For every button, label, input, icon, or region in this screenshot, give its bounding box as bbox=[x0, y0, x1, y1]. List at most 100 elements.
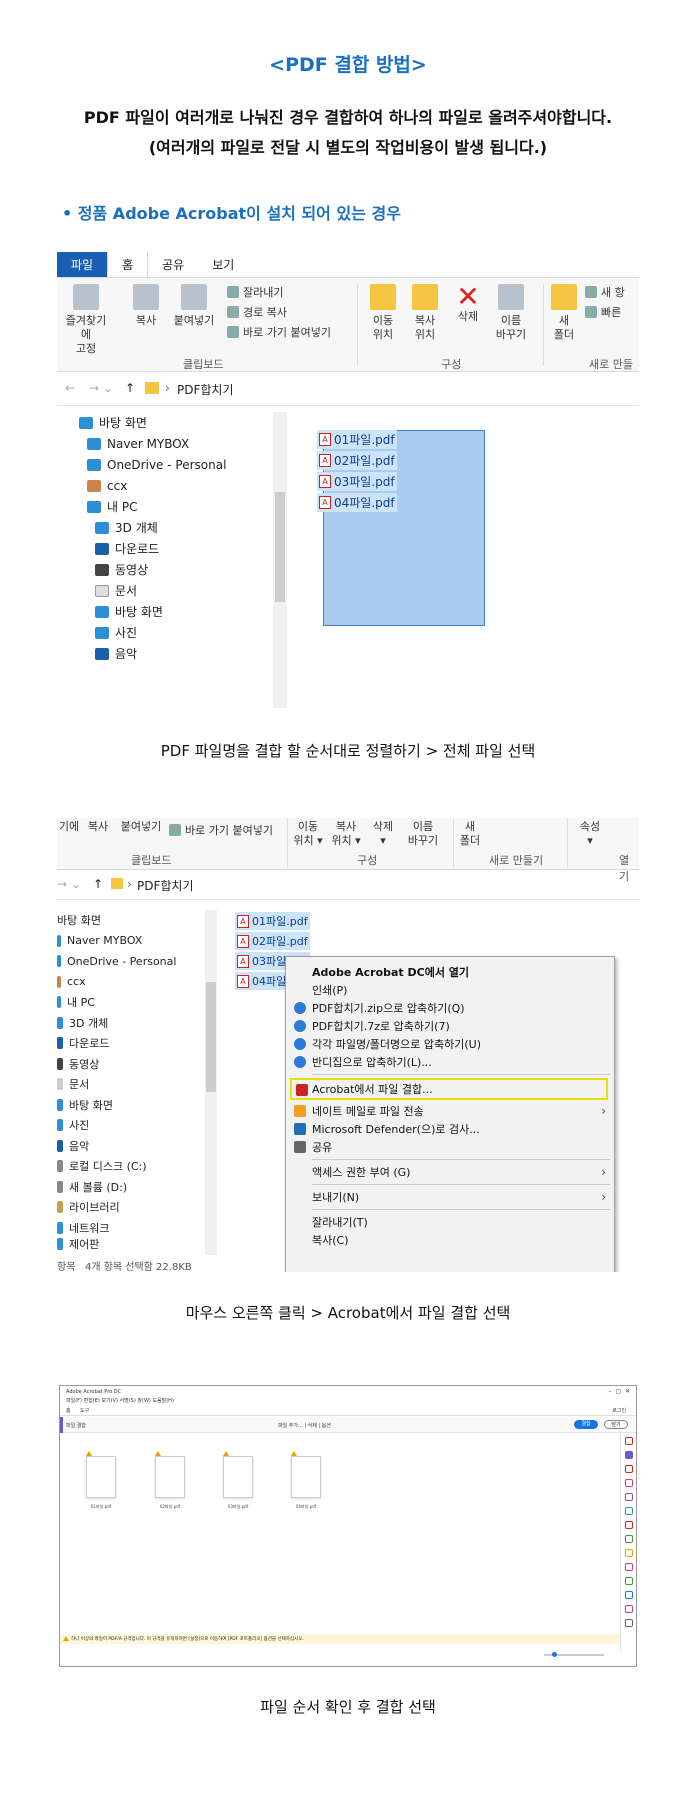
copy-path-button[interactable]: 경로 복사 bbox=[227, 304, 287, 320]
scroll-thumb[interactable] bbox=[206, 982, 216, 1092]
delete-button[interactable]: 삭제 ▾ bbox=[369, 820, 397, 848]
nav-music[interactable]: 음악 bbox=[79, 643, 226, 664]
tool-icon[interactable] bbox=[625, 1465, 633, 1473]
tab-file[interactable]: 파일 bbox=[57, 252, 108, 277]
nav-videos[interactable]: 동영상 bbox=[79, 559, 226, 580]
tool-icon[interactable] bbox=[625, 1605, 633, 1613]
move-to-button[interactable]: 이동 위치 ▾ bbox=[291, 820, 325, 848]
path-text[interactable]: PDF합치기 bbox=[177, 381, 234, 398]
nav-drive-d[interactable]: 새 볼륨 (D:) bbox=[57, 1177, 176, 1198]
nav-desktop-2[interactable]: 바탕 화면 bbox=[79, 601, 226, 622]
tool-icon[interactable] bbox=[625, 1535, 633, 1543]
tool-icon[interactable] bbox=[625, 1549, 633, 1557]
menu-bar[interactable]: 파일(F) 편집(E) 보기(V) 서명(S) 창(W) 도움말(H) bbox=[66, 1397, 174, 1404]
window-controls[interactable]: – ▢ ✕ bbox=[609, 1388, 630, 1395]
new-folder-button[interactable]: 새 폴더 bbox=[549, 284, 579, 342]
login-link[interactable]: 로그인 bbox=[612, 1407, 626, 1414]
back-icon[interactable]: ← bbox=[65, 381, 75, 395]
nav-3d[interactable]: 3D 개체 bbox=[57, 1013, 176, 1034]
rename-button[interactable]: 이름 바꾸기 bbox=[491, 284, 531, 342]
menu-defender[interactable]: Microsoft Defender(으)로 검사... bbox=[286, 1120, 614, 1138]
file-item[interactable]: A 04파일.pdf bbox=[317, 493, 397, 512]
file-item[interactable]: A 02파일.pdf bbox=[235, 932, 310, 950]
menu-print[interactable]: 인쇄(P) bbox=[286, 981, 614, 999]
menu-cut[interactable]: 잘라내기(T) bbox=[286, 1213, 614, 1231]
tool-icon[interactable] bbox=[625, 1451, 633, 1459]
paste-shortcut-button[interactable]: 바로 가기 붙여넣기 bbox=[227, 324, 331, 340]
delete-button[interactable]: ✕ 삭제 bbox=[453, 283, 483, 324]
menu-each-zip[interactable]: 각각 파일명/폴더명으로 압축하기(U) bbox=[286, 1035, 614, 1053]
close-button[interactable]: 닫기 bbox=[604, 1420, 628, 1429]
copy-button[interactable]: 복사 bbox=[133, 284, 159, 328]
nav-thispc[interactable]: 내 PC bbox=[57, 992, 176, 1013]
nav-desktop-2[interactable]: 바탕 화면 bbox=[57, 1095, 176, 1116]
file-item[interactable]: A 01파일.pdf bbox=[317, 430, 397, 449]
document-thumbnail[interactable] bbox=[223, 1456, 253, 1498]
nav-music[interactable]: 음악 bbox=[57, 1136, 176, 1157]
nav-desktop[interactable]: 바탕 화면 bbox=[57, 910, 176, 931]
menu-nate-mail[interactable]: 네이트 메일로 파일 전송 › bbox=[286, 1102, 614, 1120]
nav-3d[interactable]: 3D 개체 bbox=[79, 517, 226, 538]
document-thumbnail[interactable] bbox=[291, 1456, 321, 1498]
forward-icon[interactable]: → ⌄ bbox=[89, 381, 113, 395]
nav-documents[interactable]: 문서 bbox=[57, 1074, 176, 1095]
nav-mybox[interactable]: Naver MYBOX bbox=[57, 931, 176, 952]
document-thumbnail[interactable] bbox=[155, 1456, 185, 1498]
nav-onedrive[interactable]: OneDrive - Personal bbox=[79, 454, 226, 475]
forward-icon[interactable]: → ⌄ bbox=[57, 877, 81, 891]
menu-give-access[interactable]: 액세스 권한 부여 (G) › bbox=[286, 1163, 614, 1181]
copy-to-button[interactable]: 복사 위치 ▾ bbox=[329, 820, 363, 848]
nav-scrollbar[interactable] bbox=[205, 910, 217, 1255]
menu-copy[interactable]: 복사(C) bbox=[286, 1231, 614, 1249]
zoom-slider[interactable] bbox=[544, 1652, 604, 1657]
nav-desktop[interactable]: 바탕 화면 bbox=[79, 412, 226, 433]
file-item[interactable]: A 01파일.pdf bbox=[235, 912, 310, 930]
nav-mybox[interactable]: Naver MYBOX bbox=[79, 433, 226, 454]
paste-button[interactable]: 붙여넣기 bbox=[119, 820, 163, 834]
copy-button[interactable]: 복사 bbox=[85, 820, 111, 834]
tool-icon[interactable] bbox=[625, 1521, 633, 1529]
nav-thispc[interactable]: 내 PC bbox=[79, 496, 226, 517]
pin-button[interactable]: 즐겨찾기에 고정 bbox=[61, 284, 111, 356]
file-item[interactable]: A 03파일.pdf bbox=[317, 472, 397, 491]
up-icon[interactable]: ↑ bbox=[93, 877, 103, 891]
nav-documents[interactable]: 문서 bbox=[79, 580, 226, 601]
new-folder-button[interactable]: 새 폴더 bbox=[457, 820, 483, 848]
document-thumbnail[interactable] bbox=[86, 1456, 116, 1498]
menu-7z[interactable]: PDF합치기.7z로 압축하기(7) bbox=[286, 1017, 614, 1035]
nav-pictures[interactable]: 사진 bbox=[79, 622, 226, 643]
combine-button[interactable]: 결합 bbox=[574, 1420, 598, 1429]
nav-downloads[interactable]: 다운로드 bbox=[79, 538, 226, 559]
quick-access-button[interactable]: 빠른 bbox=[585, 304, 621, 320]
properties-button[interactable]: 속성 ▾ bbox=[577, 820, 603, 848]
nav-onedrive[interactable]: OneDrive - Personal bbox=[57, 951, 176, 972]
menu-bandizip[interactable]: 반디집으로 압축하기(L)... bbox=[286, 1053, 614, 1071]
nav-user[interactable]: ccx bbox=[57, 972, 176, 993]
nav-downloads[interactable]: 다운로드 bbox=[57, 1033, 176, 1054]
menu-combine-in-acrobat[interactable]: Acrobat에서 파일 결합... bbox=[290, 1078, 608, 1100]
menu-send-to[interactable]: 보내기(N) › bbox=[286, 1188, 614, 1206]
toolbar-actions[interactable]: 파일 추가... | 삭제 | 옵션 bbox=[278, 1422, 331, 1429]
file-item[interactable]: A 02파일.pdf bbox=[317, 451, 397, 470]
file-item[interactable]: A 04파일 bbox=[235, 972, 289, 990]
zoom-handle[interactable] bbox=[552, 1652, 557, 1657]
menu-share[interactable]: 공유 bbox=[286, 1138, 614, 1156]
scroll-thumb[interactable] bbox=[275, 492, 285, 602]
cut-button[interactable]: 잘라내기 bbox=[227, 284, 283, 300]
nav-user[interactable]: ccx bbox=[79, 475, 226, 496]
tool-icon[interactable] bbox=[625, 1577, 633, 1585]
nav-network[interactable]: 네트워크 bbox=[57, 1218, 176, 1239]
nav-videos[interactable]: 동영상 bbox=[57, 1054, 176, 1075]
tool-icon[interactable] bbox=[625, 1493, 633, 1501]
paste-button[interactable]: 붙여넣기 bbox=[169, 284, 219, 328]
up-icon[interactable]: ↑ bbox=[125, 381, 135, 395]
paste-shortcut-button[interactable]: 바로 가기 붙여넣기 bbox=[169, 822, 273, 838]
tool-icon[interactable] bbox=[625, 1437, 633, 1445]
tool-icon[interactable] bbox=[625, 1563, 633, 1571]
new-item-button[interactable]: 새 항 bbox=[585, 284, 625, 300]
rename-button[interactable]: 이름 바꾸기 bbox=[405, 820, 441, 848]
tool-icon[interactable] bbox=[625, 1591, 633, 1599]
menu-zip[interactable]: PDF합치기.zip으로 압축하기(Q) bbox=[286, 999, 614, 1017]
copy-to-button[interactable]: 복사 위치 bbox=[407, 284, 443, 342]
nav-libraries[interactable]: 라이브러리 bbox=[57, 1197, 176, 1218]
